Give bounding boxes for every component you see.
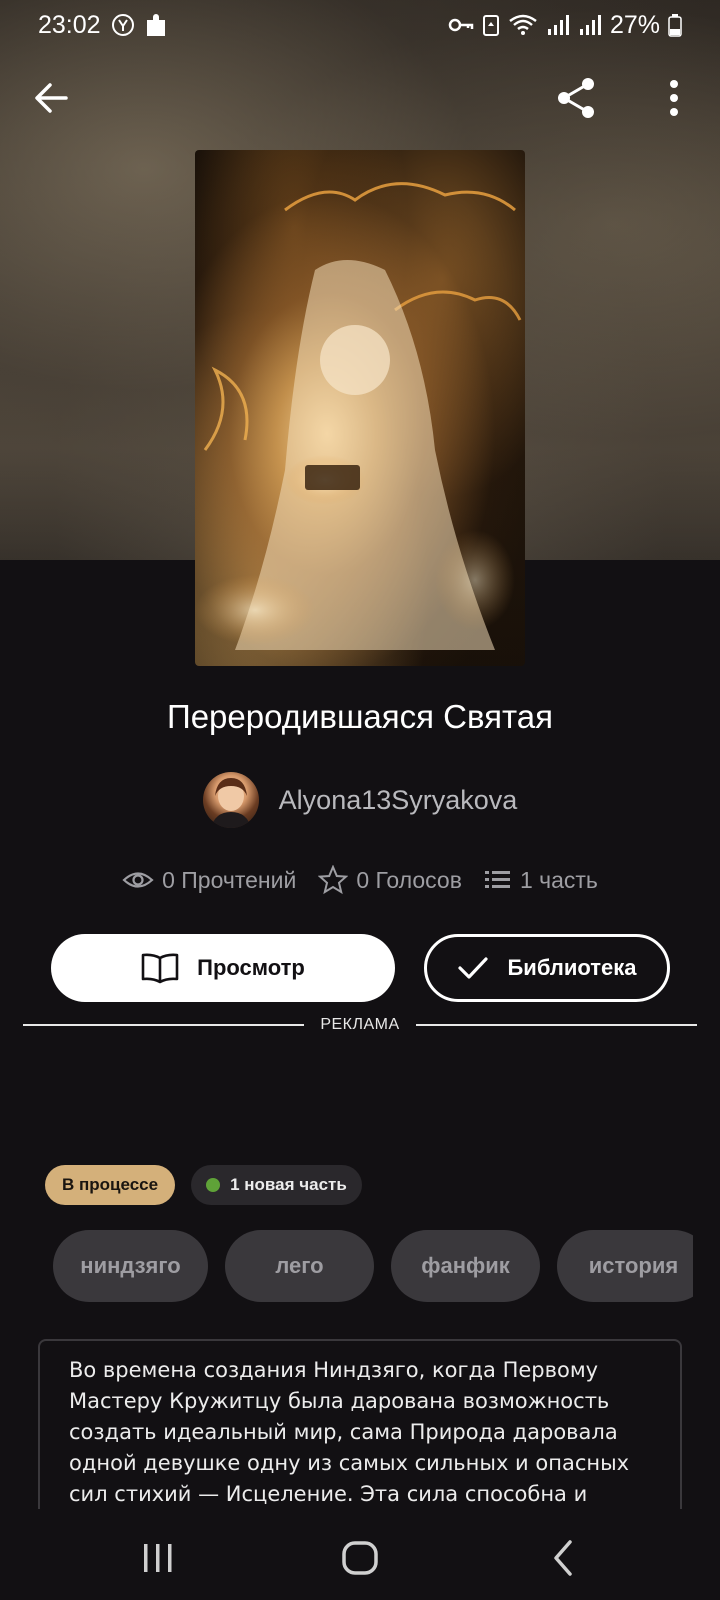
- top-navigation: [0, 68, 720, 128]
- recents-button[interactable]: [140, 1540, 176, 1576]
- yandex-icon: [111, 13, 135, 37]
- story-title: Переродившаяся Святая: [166, 698, 554, 735]
- back-button[interactable]: [30, 76, 74, 120]
- tag-chip[interactable]: история: [557, 1230, 693, 1302]
- votes-count: 0 Голосов: [356, 866, 462, 893]
- star-icon: [318, 865, 349, 895]
- status-time: 23:02: [38, 10, 101, 39]
- library-button[interactable]: Библиотека: [424, 934, 670, 1002]
- home-icon: [342, 1541, 378, 1575]
- new-part-label: 1 новая часть: [230, 1175, 347, 1194]
- puzzle-icon: [145, 12, 169, 38]
- recents-icon: [144, 1544, 172, 1572]
- more-vertical-icon: [670, 80, 678, 116]
- author-name[interactable]: Alyona13Syryakova: [279, 785, 518, 816]
- author-row[interactable]: Alyona13Syryakova: [0, 770, 720, 830]
- tag-chip[interactable]: ниндзяго: [53, 1230, 208, 1302]
- ad-line-left: [23, 1024, 305, 1026]
- system-navigation-bar: [0, 1510, 720, 1600]
- tag-chip[interactable]: фанфик: [391, 1230, 540, 1302]
- reads-stat: 0 Прочтений: [122, 867, 296, 894]
- wifi-icon: [508, 13, 538, 37]
- description-text: Во времена создания Ниндзяго, когда Перв…: [69, 1358, 630, 1506]
- share-button[interactable]: [552, 74, 600, 122]
- book-open-icon: [141, 953, 179, 984]
- battery-percent: 27%: [609, 10, 660, 39]
- status-badge: В процессе: [45, 1165, 176, 1205]
- story-cover-image[interactable]: [195, 150, 525, 666]
- battery-icon: [668, 13, 682, 37]
- votes-stat: 0 Голосов: [318, 865, 462, 895]
- reads-count: 0 Прочтений: [162, 866, 297, 893]
- parts-count: 1 часть: [519, 866, 598, 893]
- system-back-icon: [554, 1540, 572, 1576]
- eye-icon: [122, 872, 154, 888]
- green-dot-icon: [206, 1178, 221, 1192]
- share-icon: [558, 78, 594, 118]
- check-icon: [458, 957, 489, 979]
- signal-icon: [578, 14, 602, 36]
- status-bar: 23:02 27%: [0, 0, 720, 50]
- author-avatar[interactable]: [202, 772, 259, 828]
- key-icon: [448, 16, 474, 34]
- system-back-button[interactable]: [548, 1538, 578, 1578]
- home-button[interactable]: [340, 1538, 380, 1578]
- list-icon: [484, 871, 510, 888]
- status-badges: В процессе 1 новая часть: [45, 1165, 362, 1205]
- story-description[interactable]: Во времена создания Ниндзяго, когда Перв…: [38, 1339, 682, 1509]
- view-button-label: Просмотр: [197, 955, 305, 980]
- arrow-left-icon: [35, 83, 68, 113]
- parts-stat: 1 часть: [484, 867, 598, 894]
- new-part-badge: 1 новая часть: [191, 1165, 362, 1205]
- tag-chip[interactable]: лего: [225, 1230, 374, 1302]
- ad-divider: РЕКЛАМА: [23, 1012, 697, 1038]
- ad-label: РЕКЛАМА: [320, 1016, 400, 1033]
- tag-list[interactable]: ниндзяго лего фанфик история: [53, 1230, 693, 1302]
- more-options-button[interactable]: [656, 76, 692, 120]
- library-button-label: Библиотека: [507, 955, 637, 980]
- signal-icon: [546, 14, 570, 36]
- ad-line-right: [415, 1024, 697, 1026]
- view-button[interactable]: Просмотр: [51, 934, 395, 1002]
- story-stats: 0 Прочтений 0 Голосов 1 часть: [0, 862, 720, 898]
- recycle-icon: [482, 13, 500, 37]
